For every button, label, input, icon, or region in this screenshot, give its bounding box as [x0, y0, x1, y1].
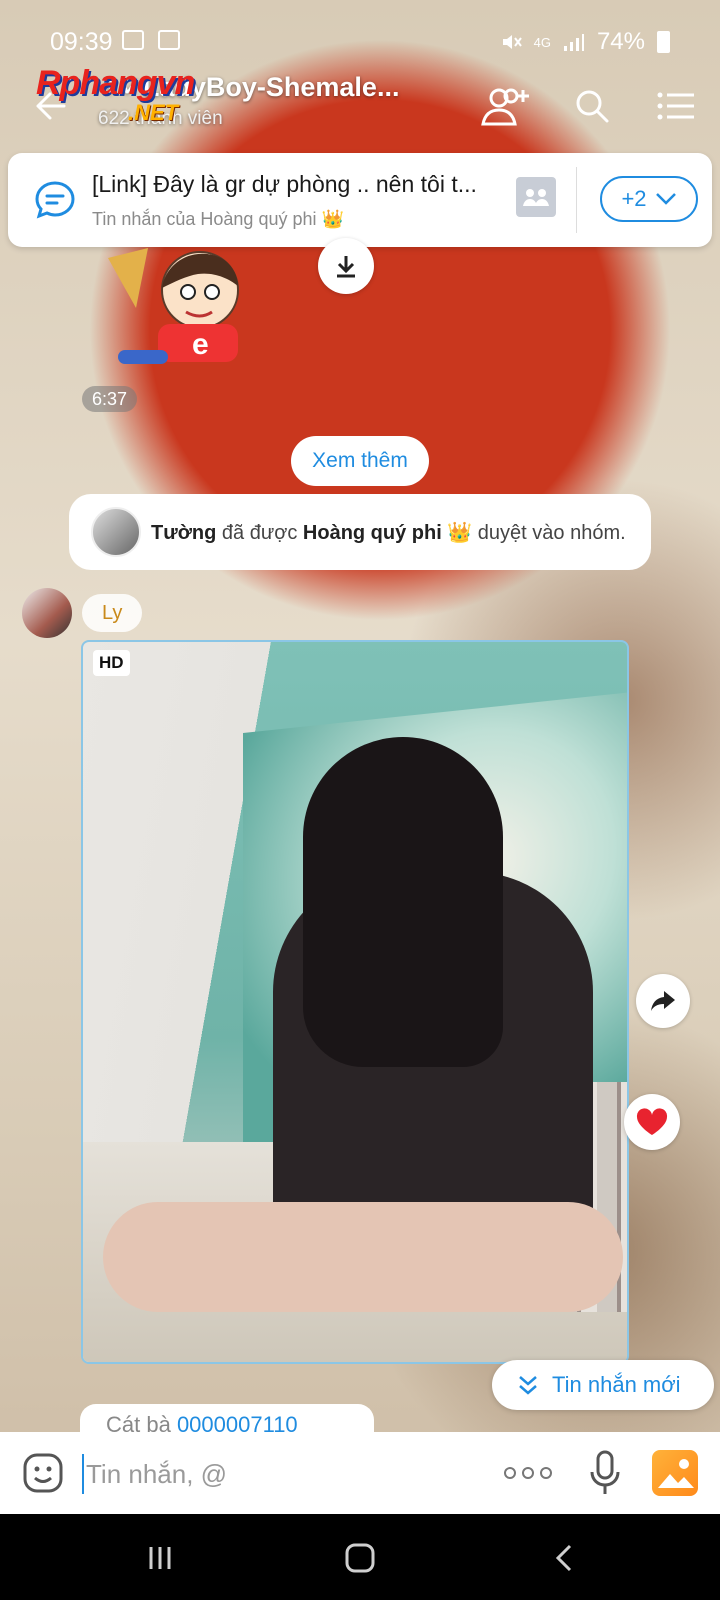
- download-button[interactable]: [318, 238, 374, 294]
- chat-header: ♀✓LadyBoy-Shemale... 622 thành viên Rpha…: [0, 62, 720, 148]
- add-member-button[interactable]: [478, 78, 534, 134]
- svg-text:e: e: [192, 328, 209, 361]
- microphone-icon[interactable]: [588, 1450, 622, 1496]
- partial-message-number[interactable]: 0000007110: [177, 1412, 298, 1434]
- dot-icon: [504, 1467, 516, 1479]
- gallery-notification-icon: [122, 30, 144, 50]
- new-messages-label: Tin nhắn mới: [552, 1372, 681, 1397]
- system-message-text: Tường đã được Hoàng quý phi 👑 duyệt vào …: [151, 520, 626, 545]
- sender-name[interactable]: Ly: [82, 594, 143, 632]
- message-timestamp: 6:37: [82, 386, 138, 412]
- home-button[interactable]: [340, 1538, 380, 1578]
- status-time: 09:39: [50, 28, 113, 56]
- pinned-subtitle: Tin nhắn của Hoàng quý phi 👑: [92, 209, 344, 229]
- back-chevron-icon: [555, 1544, 572, 1572]
- dot-icon: [540, 1467, 552, 1479]
- photo-figure-legs: [103, 1202, 623, 1312]
- pinned-more-count: +2: [621, 186, 647, 211]
- check-notification-icon: [158, 30, 180, 50]
- watermark-logo-sub: .NET: [128, 100, 179, 125]
- pinned-title: [Link] Đây là gr dự phòng .. nên tôi t..…: [92, 171, 477, 197]
- menu-button[interactable]: [648, 78, 704, 134]
- search-button[interactable]: [564, 78, 620, 134]
- pinned-message[interactable]: [Link] Đây là gr dự phòng .. nên tôi t..…: [8, 153, 712, 247]
- avatar[interactable]: [91, 507, 141, 557]
- group-people-icon: [523, 189, 549, 206]
- heart-icon: [636, 1108, 668, 1135]
- share-button[interactable]: [636, 974, 690, 1028]
- new-messages-button[interactable]: Tin nhắn mới: [492, 1360, 714, 1410]
- system-text-mid: đã được: [216, 521, 303, 544]
- dot-icon: [522, 1467, 534, 1479]
- watermark-logo: Rphangvn: [36, 64, 195, 102]
- system-nav-bar: [0, 1514, 720, 1600]
- partial-message-bubble[interactable]: Cát bà 0000007110: [80, 1404, 374, 1434]
- hd-badge: HD: [93, 650, 130, 676]
- double-chevron-down-icon: [519, 1376, 537, 1395]
- cartoon-sticker[interactable]: e: [88, 248, 288, 372]
- battery-text: 74%: [596, 28, 645, 55]
- network-label: 4G: [533, 34, 551, 50]
- status-right: 4G 74%: [500, 28, 670, 56]
- battery-icon: [657, 31, 670, 53]
- partial-message-text: Cát bà: [106, 1412, 177, 1434]
- signal-icon: [563, 34, 584, 51]
- more-options-button[interactable]: [504, 1460, 556, 1486]
- search-icon: [576, 90, 609, 123]
- back-button[interactable]: [544, 1538, 584, 1578]
- see-more-button[interactable]: Xem thêm: [291, 436, 429, 486]
- image-icon: [658, 1459, 694, 1488]
- chevron-down-icon: [655, 193, 676, 205]
- message-input[interactable]: [82, 1454, 462, 1494]
- photo-figure-hair: [303, 737, 503, 1067]
- list-menu-icon: [657, 92, 694, 120]
- share-arrow-icon: [651, 991, 675, 1011]
- message-composer: [0, 1432, 720, 1514]
- system-admin-name[interactable]: Hoàng quý phi 👑: [303, 522, 472, 544]
- gallery-button[interactable]: [652, 1450, 698, 1496]
- pinned-more-button[interactable]: +2: [600, 176, 698, 222]
- system-user-name[interactable]: Tường: [151, 522, 216, 544]
- download-icon: [337, 256, 355, 278]
- add-member-icon: [481, 88, 529, 126]
- sender-avatar[interactable]: [22, 588, 72, 638]
- like-button[interactable]: [624, 1094, 680, 1150]
- system-message: Tường đã được Hoàng quý phi 👑 duyệt vào …: [69, 494, 651, 570]
- message-bubble-icon: [35, 181, 75, 219]
- emoji-sticker-icon[interactable]: [22, 1452, 64, 1494]
- pinned-divider: [576, 167, 577, 233]
- system-text-end: duyệt vào nhóm.: [472, 521, 626, 544]
- recent-apps-button[interactable]: [140, 1538, 180, 1578]
- mute-icon: [502, 35, 522, 49]
- home-icon: [345, 1543, 375, 1573]
- group-thumbnail: [516, 177, 556, 217]
- recent-apps-icon: [149, 1547, 171, 1569]
- photo-message[interactable]: HD: [81, 640, 629, 1364]
